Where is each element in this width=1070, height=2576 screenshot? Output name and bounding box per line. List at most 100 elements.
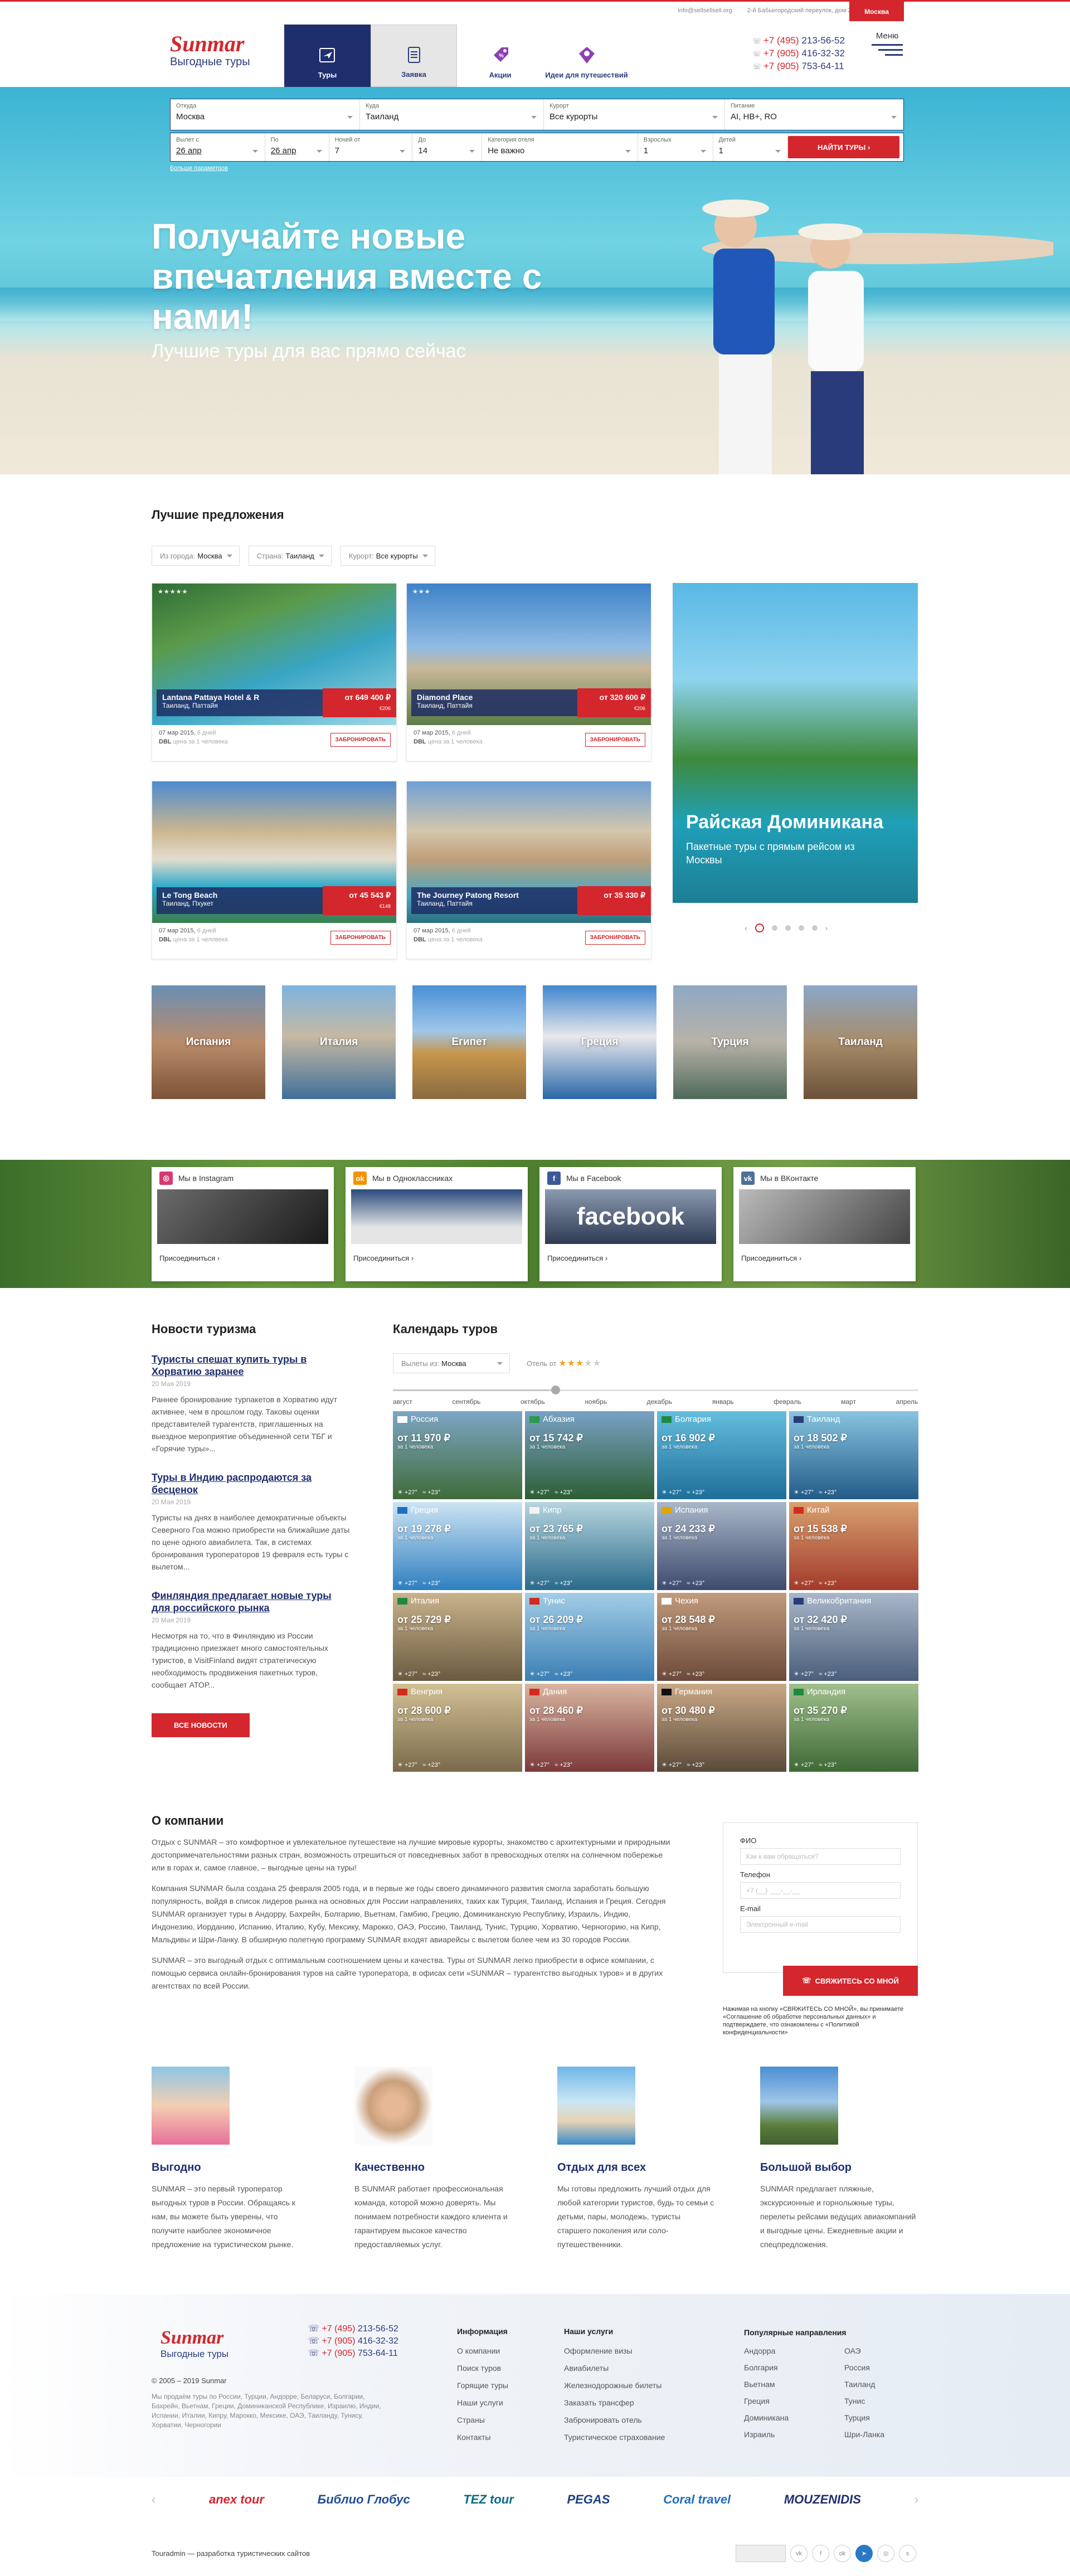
menu-button[interactable]: Меню (872, 31, 903, 59)
footer-link[interactable]: Болгария (744, 2359, 844, 2376)
month-label[interactable]: август (393, 1398, 412, 1406)
hotel-category-field[interactable]: Категория отеля Не важно (482, 133, 638, 161)
footer-link[interactable]: Таиланд (844, 2376, 900, 2393)
join-link[interactable]: Присоединиться › (346, 1244, 528, 1262)
calendar-tile[interactable]: Германия от 30 480 ₽ за 1 человека ☀ +27° ≈… (657, 1684, 786, 1772)
book-button[interactable]: ЗАБРОНИРОВАТЬ (330, 733, 391, 747)
top-email[interactable]: info@sellsellsell.org (678, 7, 732, 14)
offer-card[interactable]: ★★★★★ Lantana Pattaya Hotel & R Таиланд, … (152, 583, 397, 761)
phone-input[interactable]: +7 (__) ___-__-__ (740, 1882, 901, 1899)
children-field[interactable]: Детей 1 (713, 133, 789, 161)
partner-logo[interactable]: Библио Глобус (318, 2492, 410, 2507)
phone-3[interactable]: ☏ +7 (905) 753-64-11 (308, 2347, 398, 2360)
slider-dot[interactable] (755, 924, 764, 932)
footer-link[interactable]: Заказать трансфер (564, 2394, 665, 2412)
resort-field[interactable]: Курорт Все курорты (544, 99, 725, 130)
phone-1[interactable]: ☏ +7 (495) 213-56-52 (308, 2323, 398, 2335)
phone-2[interactable]: ☏ +7 (905) 416-32-32 (308, 2335, 398, 2347)
footer-link[interactable]: Турция (844, 2409, 900, 2426)
partner-logo[interactable]: anex tour (209, 2492, 264, 2507)
calendar-tile[interactable]: Италия от 25 729 ₽ за 1 человека ☀ +27° ≈ +… (393, 1593, 522, 1681)
calendar-tile[interactable]: Таиланд от 18 502 ₽ за 1 человека ☀ +27° ≈ … (789, 1411, 918, 1499)
social-box-ok[interactable]: ok Мы в Одноклассниках Присоединиться › (346, 1167, 528, 1281)
phone-2[interactable]: +7 (905) 416-32-32 (752, 47, 845, 60)
book-button[interactable]: ЗАБРОНИРОВАТЬ (585, 733, 645, 747)
prev-arrow-icon[interactable]: ‹ (152, 2492, 155, 2507)
partner-logo[interactable]: TEZ tour (463, 2492, 513, 2507)
from-field[interactable]: Откуда Москва (171, 99, 360, 130)
footer-logo[interactable]: Sunmar Выгодные туры (160, 2327, 228, 2360)
nights-to-field[interactable]: До 14 (412, 133, 483, 161)
footer-link[interactable]: ОАЭ (844, 2342, 900, 2359)
filter-country[interactable]: Страна: Таиланд (248, 546, 332, 566)
country-tile[interactable]: Испания (152, 985, 265, 1099)
slider-dot[interactable] (798, 925, 804, 931)
footer-link[interactable]: Контакты (457, 2429, 508, 2446)
calendar-tile[interactable]: Венгрия от 28 600 ₽ за 1 человека ☀ +27° ≈ … (393, 1684, 522, 1772)
calendar-tile[interactable]: Китай от 15 538 ₽ за 1 человека ☀ +27° ≈ +2… (789, 1502, 918, 1590)
footer-link[interactable]: Израиль (744, 2426, 844, 2443)
meal-field[interactable]: Питание AI, HB+, RO (725, 99, 903, 130)
telegram-icon[interactable]: ➤ (855, 2545, 873, 2562)
calendar-tile[interactable]: Кипр от 23 765 ₽ за 1 человека ☀ +27° ≈ +23… (525, 1502, 654, 1590)
nights-from-field[interactable]: Ночей от 7 (329, 133, 413, 161)
filter-resort[interactable]: Курорт: Все курорты (340, 546, 435, 566)
calendar-tile[interactable]: Испания от 24 233 ₽ за 1 человека ☀ +27° ≈ … (657, 1502, 786, 1590)
book-button[interactable]: ЗАБРОНИРОВАТЬ (585, 931, 645, 945)
name-input[interactable]: Как к вам обращаться? (740, 1848, 901, 1865)
footer-link[interactable]: Тунис (844, 2393, 900, 2409)
footer-link[interactable]: Андорра (744, 2342, 844, 2359)
odnoklassniki-icon[interactable]: ok (834, 2545, 851, 2562)
news-link[interactable]: Туры в Индию распродаются за бесценок (152, 1471, 352, 1496)
instagram-icon[interactable]: ◎ (877, 2545, 894, 2562)
developer-credit[interactable]: Touradmin — разработка туристических сай… (152, 2549, 310, 2558)
month-label[interactable]: октябрь (521, 1398, 545, 1406)
nav-request[interactable]: Заявка (371, 25, 457, 87)
footer-link[interactable]: О компании (457, 2342, 508, 2360)
country-tile[interactable]: Греция (543, 985, 656, 1099)
adults-field[interactable]: Взрослых 1 (638, 133, 713, 161)
month-label[interactable]: апрель (896, 1398, 918, 1406)
to-field[interactable]: Куда Таиланд (360, 99, 544, 130)
month-label[interactable]: сентябрь (452, 1398, 480, 1406)
month-label[interactable]: декабрь (646, 1398, 672, 1406)
prev-arrow-icon[interactable]: ‹ (745, 924, 747, 932)
calendar-tile[interactable]: Великобритания от 32 420 ₽ за 1 человека ☀ … (789, 1593, 918, 1681)
calendar-tile[interactable]: Греция от 19 278 ₽ за 1 человека ☀ +27° ≈ +… (393, 1502, 522, 1590)
next-arrow-icon[interactable]: › (825, 924, 828, 932)
calendar-tile[interactable]: Чехия от 28 548 ₽ за 1 человека ☀ +27° ≈ +2… (657, 1593, 786, 1681)
footer-link[interactable]: Шри-Ланка (844, 2426, 900, 2443)
nav-ideas[interactable]: Идеи для путешествий (543, 25, 630, 87)
calendar-tile[interactable]: Дания от 28 460 ₽ за 1 человека ☀ +27° ≈ +2… (525, 1684, 654, 1772)
footer-link[interactable]: Вьетнам (744, 2376, 844, 2393)
month-label[interactable]: март (841, 1398, 856, 1406)
social-box-instagram[interactable]: ◎ Мы в Instagram Присоединиться › (152, 1167, 334, 1281)
footer-link[interactable]: Забронировать отель (564, 2412, 665, 2429)
slider-handle[interactable] (551, 1386, 561, 1394)
news-link[interactable]: Туристы спешат купить туры в Хорватию за… (152, 1353, 352, 1378)
partner-logo[interactable]: PEGAS (567, 2492, 610, 2507)
month-slider[interactable] (393, 1386, 918, 1394)
phone-1[interactable]: +7 (495) 213-56-52 (752, 35, 845, 47)
nav-promos[interactable]: % Акции (457, 25, 543, 87)
country-tile[interactable]: Таиланд (804, 985, 917, 1099)
email-input[interactable]: Электронный e-mail (740, 1916, 901, 1933)
footer-link[interactable]: Поиск туров (457, 2360, 508, 2377)
footer-link[interactable]: Оформление визы (564, 2342, 665, 2360)
footer-link[interactable]: Авиабилеты (564, 2360, 665, 2377)
footer-link[interactable]: Страны (457, 2412, 508, 2429)
vk-icon[interactable]: vk (790, 2545, 808, 2562)
footer-link[interactable]: Туристическое страхование (564, 2429, 665, 2446)
date-to-field[interactable]: По 26 апр (265, 133, 329, 161)
book-button[interactable]: ЗАБРОНИРОВАТЬ (330, 931, 391, 945)
next-arrow-icon[interactable]: › (915, 2492, 918, 2507)
country-tile[interactable]: Египет (412, 985, 526, 1099)
promo-banner[interactable]: Райская Доминикана Пакетные туры с прямы… (673, 583, 918, 903)
all-news-button[interactable]: ВСЕ НОВОСТИ (152, 1713, 250, 1737)
offer-card[interactable]: ★★★ Diamond Place Таиланд, Паттайя от 320… (406, 583, 651, 761)
calendar-tile[interactable]: Ирландия от 35 270 ₽ за 1 человека ☀ +27° ≈… (789, 1684, 918, 1772)
calendar-tile[interactable]: Россия от 11 970 ₽ за 1 человека ☀ +27° ≈ +… (393, 1411, 522, 1499)
footer-link[interactable]: Доминикана (744, 2409, 844, 2426)
skype-icon[interactable]: s (899, 2545, 916, 2562)
city-selector[interactable]: Москва (849, 2, 904, 21)
